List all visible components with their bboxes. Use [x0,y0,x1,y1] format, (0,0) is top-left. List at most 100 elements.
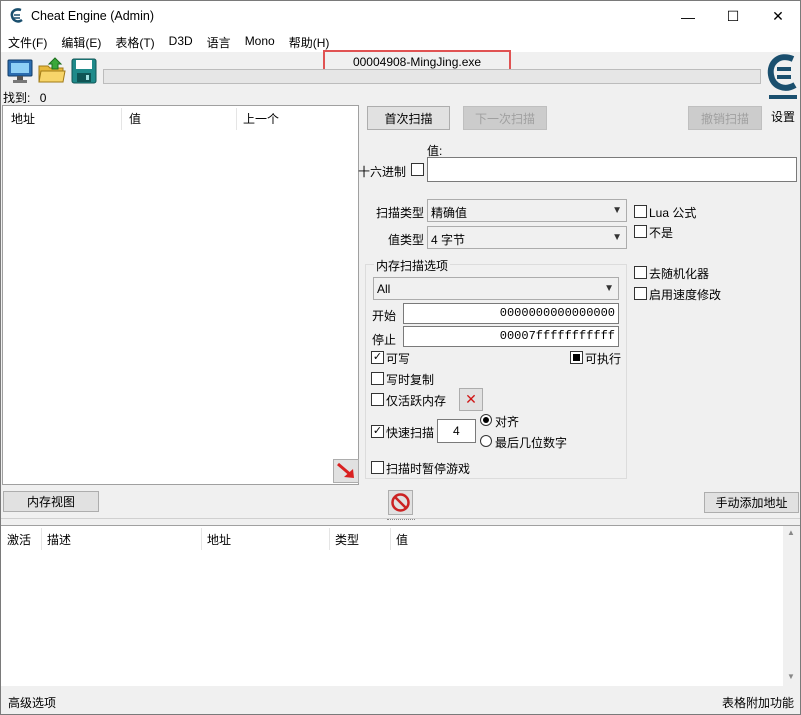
menu-language[interactable]: 语言 [200,32,238,52]
pause-game-checkbox[interactable] [371,461,384,474]
close-button[interactable]: ✕ [755,1,800,32]
value-type-label: 值类型 [388,233,425,247]
align-label: 对齐 [495,415,520,429]
hex-checkbox[interactable] [411,163,424,176]
speedhack-label: 启用速度修改 [649,288,722,302]
scan-type-select[interactable]: 精确值 ▼ [427,199,627,222]
minimize-button[interactable]: — [665,1,711,32]
copy-on-write-label: 写时复制 [386,373,435,387]
active-memory-checkbox[interactable] [371,393,384,406]
menu-table[interactable]: 表格(T) [108,32,161,52]
randomizer-checkbox[interactable] [634,266,647,279]
add-to-list-arrow-icon[interactable] [333,459,359,483]
menu-file[interactable]: 文件(F) [1,32,54,52]
window-title: Cheat Engine (Admin) [31,9,154,23]
save-file-button[interactable] [69,56,99,86]
memory-view-button[interactable]: 内存视图 [3,491,99,512]
speedhack-checkbox[interactable] [634,287,647,300]
writable-checkbox[interactable]: ✓ [371,351,384,364]
stop-scan-icon[interactable] [388,490,413,515]
select-process-button[interactable] [5,56,35,86]
menu-d3d[interactable]: D3D [162,32,200,52]
splitter-grip [387,519,415,522]
start-address-label: 开始 [372,309,397,323]
table-column-address[interactable]: 地址 [207,531,231,548]
align-radio[interactable] [480,414,492,426]
menu-mono[interactable]: Mono [238,32,282,52]
column-divider [236,108,237,130]
scroll-down-icon[interactable]: ▼ [787,672,795,681]
not-label: 不是 [649,226,674,240]
cheat-engine-logo-icon[interactable] [765,53,801,103]
undo-scan-button[interactable]: 撤销扫描 [688,106,762,130]
memory-scan-options-title: 内存扫描选项 [374,257,451,274]
first-scan-button[interactable]: 首次扫描 [367,106,450,130]
cheat-engine-app-icon [10,8,23,23]
start-address-input[interactable]: 0000000000000000 [403,303,619,324]
last-digits-label: 最后几位数字 [495,436,568,450]
hex-label: 十六进制 [358,165,407,179]
open-file-button[interactable] [37,56,67,86]
column-divider [41,528,42,550]
lua-formula-checkbox[interactable] [634,205,647,218]
results-column-previous[interactable]: 上一个 [243,110,279,127]
table-scrollbar[interactable]: ▲ ▼ [783,526,800,686]
lua-formula-label: Lua 公式 [649,206,697,220]
results-column-value[interactable]: 值 [129,110,141,127]
column-divider [121,108,122,130]
found-count: 找到: 0 [3,89,46,106]
table-column-active[interactable]: 激活 [7,531,31,548]
randomizer-label: 去随机化器 [649,267,710,281]
chevron-down-icon: ▼ [612,205,622,216]
executable-checkbox[interactable] [570,351,583,364]
column-divider [329,528,330,550]
scan-type-value: 精确值 [431,206,468,220]
cheat-table-list[interactable]: 激活 描述 地址 类型 值 ▲ ▼ [1,525,800,686]
next-scan-button[interactable]: 下一次扫描 [463,106,547,130]
menu-edit[interactable]: 编辑(E) [54,32,108,52]
active-memory-label: 仅活跃内存 [386,394,447,408]
stop-address-label: 停止 [372,333,397,347]
scan-progress-bar [103,69,761,84]
executable-label: 可执行 [585,352,622,366]
results-column-address[interactable]: 地址 [11,110,35,127]
last-digits-radio[interactable] [480,435,492,447]
value-input[interactable] [427,157,797,182]
copy-on-write-checkbox[interactable] [371,372,384,385]
fast-scan-value-input[interactable]: 4 [437,419,476,443]
fast-scan-label: 快速扫描 [386,426,435,440]
maximize-icon: ☐ [726,8,740,24]
menu-help[interactable]: 帮助(H) [282,32,337,52]
settings-label[interactable]: 设置 [771,108,795,125]
status-bar: 高级选项 表格附加功能 [1,687,800,714]
memory-region-value: All [377,282,391,296]
add-address-manually-button[interactable]: 手动添加地址 [704,492,799,513]
memory-region-select[interactable]: All ▼ [373,277,619,300]
value-type-value: 4 字节 [431,233,466,247]
table-column-type[interactable]: 类型 [335,531,359,548]
table-column-description[interactable]: 描述 [47,531,71,548]
stop-address-input[interactable]: 00007fffffffffff [403,326,619,347]
scroll-up-icon[interactable]: ▲ [787,528,795,537]
scan-type-label: 扫描类型 [376,206,425,220]
fast-scan-checkbox[interactable]: ✓ [371,425,384,438]
close-icon: ✕ [465,391,477,407]
scan-results-list[interactable]: 地址 值 上一个 [2,105,359,485]
title-bar: Cheat Engine (Admin) — ☐ ✕ [1,1,800,32]
column-divider [390,528,391,550]
pause-game-label: 扫描时暂停游戏 [386,462,471,476]
table-extras-link[interactable]: 表格附加功能 [722,694,794,711]
not-checkbox[interactable] [634,225,647,238]
found-value: 0 [39,91,47,105]
value-type-select[interactable]: 4 字节 ▼ [427,226,627,249]
menu-bar: 文件(F) 编辑(E) 表格(T) D3D 语言 Mono 帮助(H) [1,32,800,52]
chevron-down-icon: ▼ [604,283,614,294]
table-column-value[interactable]: 值 [396,531,408,548]
minimize-icon: — [681,8,695,25]
advanced-options-link[interactable]: 高级选项 [8,694,56,711]
found-label: 找到: [3,91,31,105]
chevron-down-icon: ▼ [612,232,622,243]
writable-label: 可写 [386,352,411,366]
maximize-button[interactable]: ☐ [710,1,756,32]
clear-active-memory-button[interactable]: ✕ [459,388,483,411]
